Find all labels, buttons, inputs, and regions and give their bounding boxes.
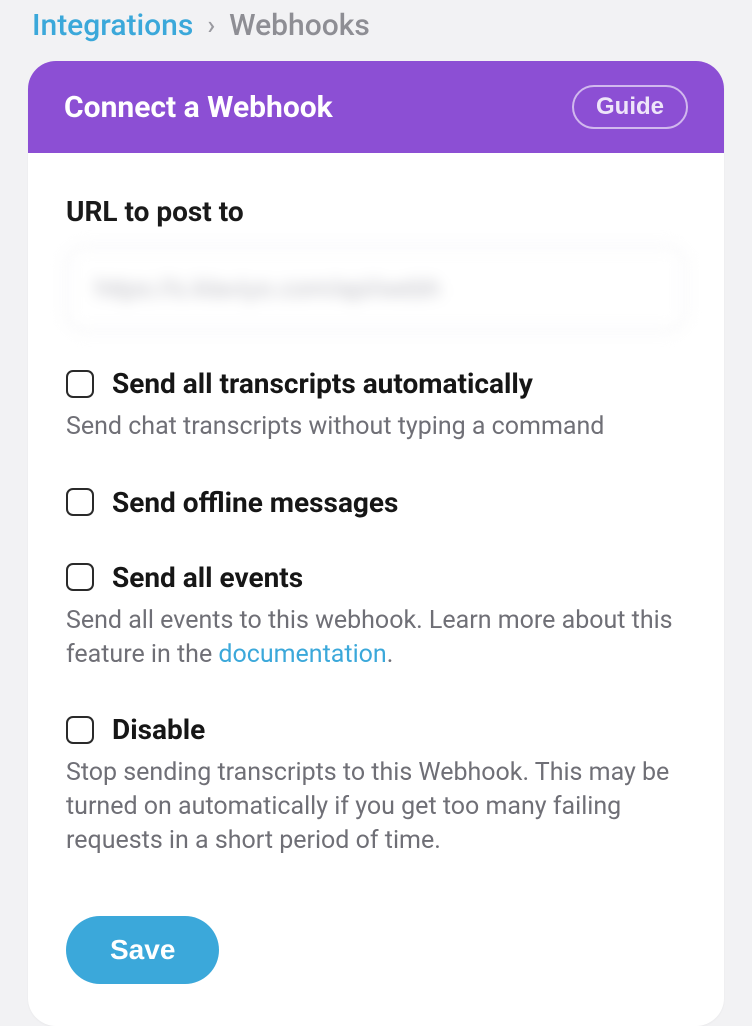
option-desc: Stop sending transcripts to this Webhook…	[66, 756, 686, 857]
checkbox-send-transcripts[interactable]	[66, 370, 94, 398]
option-title: Send all transcripts automatically	[112, 367, 533, 400]
save-button[interactable]: Save	[66, 916, 219, 984]
card-header: Connect a Webhook Guide	[28, 61, 724, 153]
breadcrumb-current: Webhooks	[229, 8, 370, 43]
option-title: Disable	[112, 713, 205, 746]
checkbox-send-events[interactable]	[66, 563, 94, 591]
guide-button[interactable]: Guide	[572, 85, 688, 129]
page-title: Connect a Webhook	[64, 90, 333, 125]
documentation-link[interactable]: documentation	[218, 640, 386, 669]
option-desc: Send chat transcripts without typing a c…	[66, 410, 686, 444]
option-send-events: Send all events Send all events to this …	[66, 561, 686, 672]
breadcrumb-integrations-link[interactable]: Integrations	[32, 8, 193, 43]
breadcrumb-separator: ›	[207, 11, 215, 41]
option-desc-text-post: .	[387, 640, 394, 669]
breadcrumb: Integrations › Webhooks	[0, 0, 752, 61]
option-title: Send offline messages	[112, 486, 398, 519]
option-title: Send all events	[112, 561, 303, 594]
option-send-offline: Send offline messages	[66, 486, 686, 519]
url-label: URL to post to	[66, 195, 686, 228]
webhook-card: Connect a Webhook Guide URL to post to S…	[28, 61, 724, 1026]
url-input[interactable]	[66, 246, 686, 331]
option-disable: Disable Stop sending transcripts to this…	[66, 713, 686, 857]
option-desc: Send all events to this webhook. Learn m…	[66, 604, 686, 672]
checkbox-send-offline[interactable]	[66, 488, 94, 516]
checkbox-disable[interactable]	[66, 716, 94, 744]
card-body: URL to post to Send all transcripts auto…	[28, 153, 724, 1026]
option-send-transcripts: Send all transcripts automatically Send …	[66, 367, 686, 444]
